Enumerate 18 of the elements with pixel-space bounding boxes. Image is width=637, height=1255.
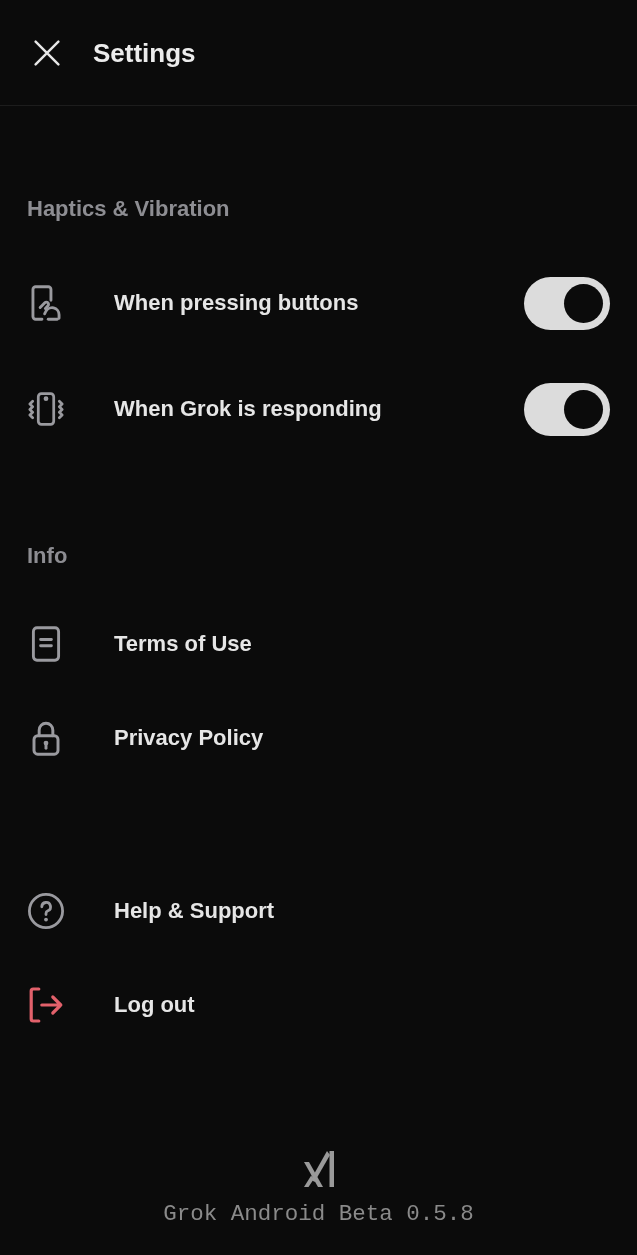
close-icon [34,39,60,66]
menu-item[interactable]: Terms of Use [28,626,252,662]
phone-vibration-icon [28,391,64,427]
logout-icon [28,987,64,1023]
page-title: Settings [93,36,196,69]
section-title: Haptics & Vibration [27,195,230,223]
help-icon [28,893,64,929]
setting-label: When pressing buttons [114,289,359,317]
setting-label: When Grok is responding [114,395,382,423]
toggle-switch[interactable] [524,276,610,330]
logo-icon [303,1151,334,1187]
version-text: Grok Android Beta 0.5.8 [163,1201,474,1227]
close-button[interactable] [34,39,60,66]
menu-item[interactable]: Log out [28,987,195,1023]
section-title: Info [27,542,68,570]
toggle-switch[interactable] [524,382,610,436]
menu-item[interactable]: Help & Support [28,893,275,929]
menu-item[interactable]: Privacy Policy [28,720,264,756]
